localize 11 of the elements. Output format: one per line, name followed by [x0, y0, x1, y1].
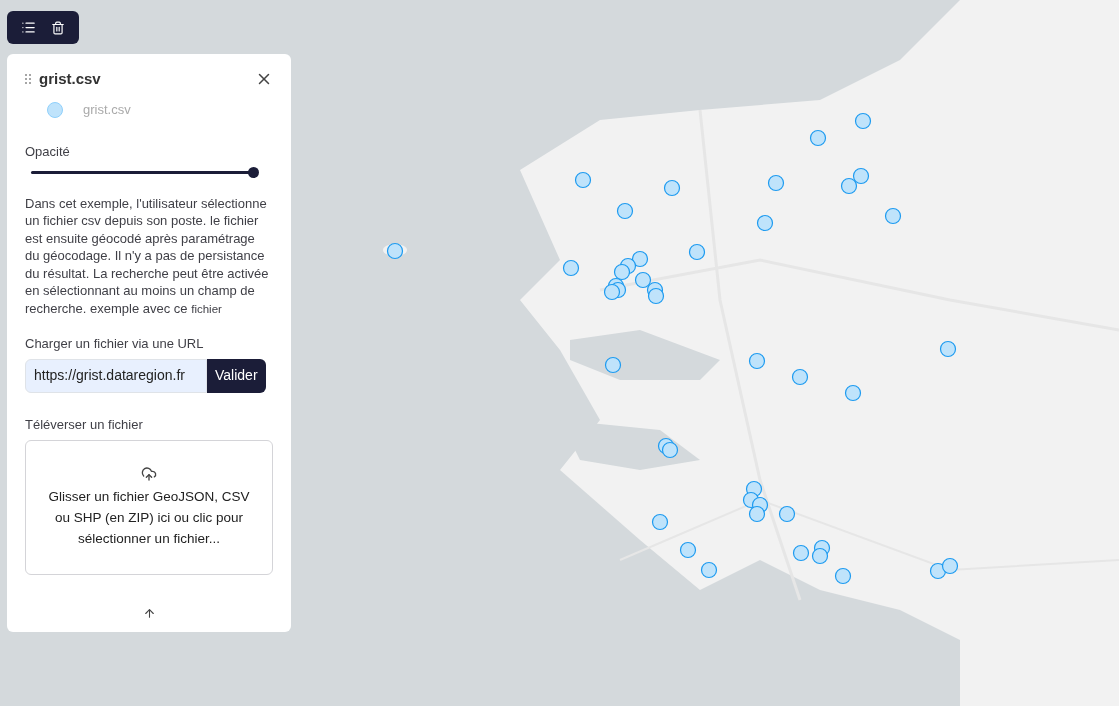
validate-button[interactable]: Valider: [207, 358, 266, 393]
upload-instructions: Glisser un fichier GeoJSON, CSV ou SHP (en ZIP) ici ou clic pour sélectionner un fichier...: [47, 488, 251, 548]
upload-label: Téléverser un fichier: [25, 415, 144, 434]
layer-title: grist.csv: [39, 68, 101, 89]
legend-label: grist.csv: [83, 101, 131, 120]
upload-dropzone[interactable]: Glisser un fichier GeoJSON, CSV ou SHP (en ZIP) ici ou clic pour sélectionner un fichier...: [25, 440, 273, 575]
file-link[interactable]: fichier: [191, 302, 222, 315]
url-label: Charger un fichier via une URL: [25, 335, 205, 353]
description-text: Dans cet exemple, l'utilisateur sélectionne un fichier csv depuis son poste. le fichier est ensuite géocodé après paramétrage du géocodage. Il n'y a pas de persistance du résultat. La recherche peut être activée en sélectionnant au moins un champ de recherche. exemple avec ce fichier: [25, 194, 270, 318]
url-field[interactable]: https://grist.dataregion.fr: [25, 358, 207, 393]
opacity-label: Opacité: [25, 143, 71, 161]
